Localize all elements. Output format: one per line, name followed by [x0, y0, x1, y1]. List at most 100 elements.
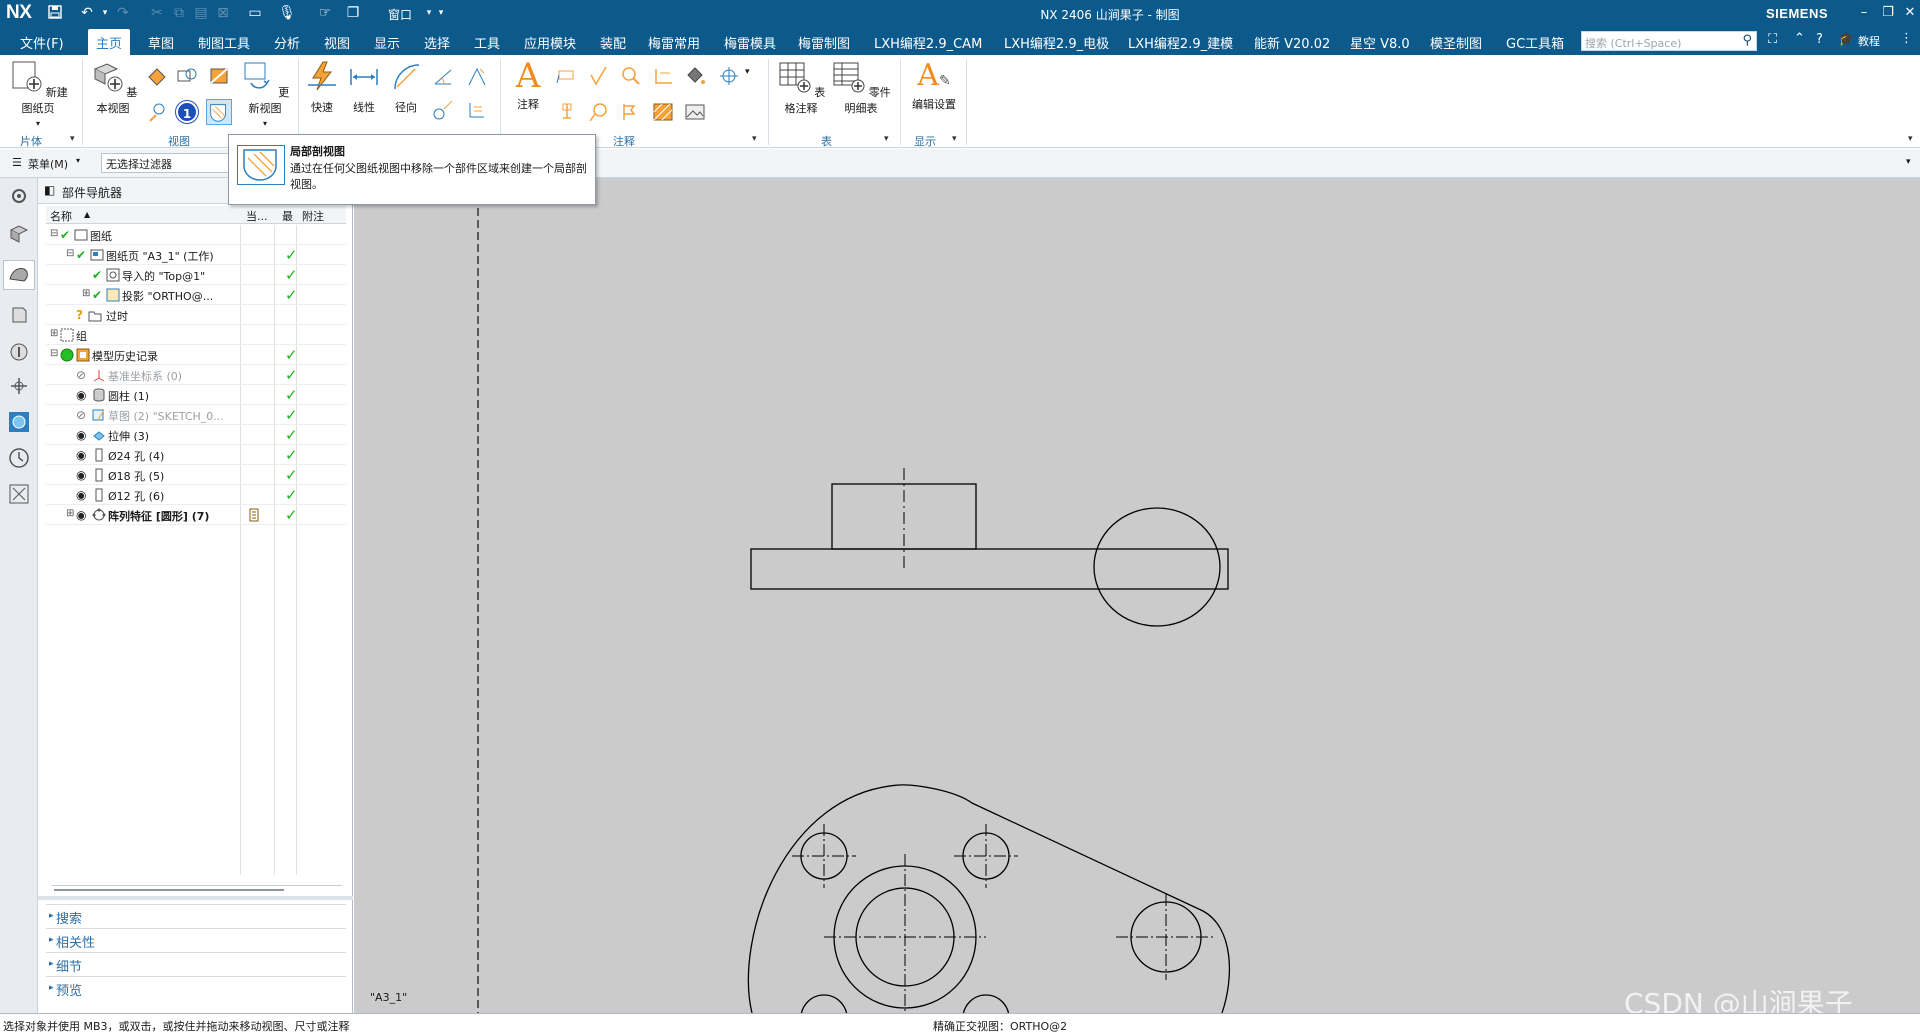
- expand-icon[interactable]: ⊞: [50, 328, 58, 339]
- window-icon[interactable]: ❐: [344, 4, 362, 22]
- command-search-input[interactable]: 搜索 (Ctrl+Space) ⚲: [1581, 31, 1757, 51]
- tab-lxh-cam[interactable]: LXH编程2.9_CAM: [874, 33, 982, 52]
- tree-node-sketch[interactable]: ⊘ 草图 (2) "SKETCH_0... ✓: [46, 405, 346, 425]
- tree-node-cylinder[interactable]: ◉ 圆柱 (1) ✓: [46, 385, 346, 405]
- menu-file[interactable]: 文件(F): [20, 33, 64, 52]
- tree-node-sheet[interactable]: ⊟ ✔ 图纸页 "A3_1" (工作) ✓: [46, 245, 346, 265]
- tab-xingkong[interactable]: 星空 V8.0: [1350, 33, 1410, 52]
- weld-symbol-icon[interactable]: [652, 65, 674, 87]
- cut-icon[interactable]: ✂: [148, 4, 166, 22]
- menu-button[interactable]: 菜单(M): [28, 156, 68, 172]
- tab-gc-toolbox[interactable]: GC工具箱: [1506, 33, 1564, 52]
- panel-details[interactable]: ▸ 细节: [46, 952, 346, 975]
- eye-icon[interactable]: ◉: [76, 448, 90, 462]
- tree-node-projected-view[interactable]: ⊞ ✔ 投影 "ORTHO@... ✓: [46, 285, 346, 305]
- tab-assembly[interactable]: 装配: [600, 33, 626, 52]
- fill-icon[interactable]: [684, 65, 706, 87]
- tab-meilei-drafting[interactable]: 梅雷制图: [798, 33, 850, 52]
- tab-display[interactable]: 显示: [374, 33, 400, 52]
- surface-finish-icon[interactable]: [588, 65, 610, 87]
- tree-node-group[interactable]: ⊞ 组: [46, 325, 346, 345]
- tree-node-pattern-feature[interactable]: ⊞ ◉ 阵列特征 [圆形] (7) ✓: [46, 505, 346, 525]
- update-view-button[interactable]: 更新视图 ▾: [238, 59, 292, 129]
- parts-list-button[interactable]: 零件明细表: [830, 59, 892, 116]
- tab-lxh-modeling[interactable]: LXH编程2.9_建模: [1128, 33, 1233, 52]
- datum-target-icon[interactable]: [620, 65, 642, 87]
- column-latest[interactable]: 最: [282, 208, 293, 224]
- eye-hidden-icon[interactable]: ⊘: [76, 368, 90, 382]
- save-icon[interactable]: [46, 4, 64, 22]
- expand-icon[interactable]: ⊞: [82, 288, 90, 299]
- ordinate-dimension-icon[interactable]: [466, 99, 488, 121]
- collapse-ribbon-icon[interactable]: ⌃: [1794, 31, 1805, 46]
- display-icon[interactable]: ▭: [246, 4, 264, 22]
- new-sheet-button[interactable]: 新建图纸页 ▾: [8, 59, 68, 129]
- datum-feature-icon[interactable]: [620, 101, 642, 123]
- projected-view-icon[interactable]: [146, 65, 168, 87]
- tree-node-imported-view[interactable]: ✔ 导入的 "Top@1" ✓: [46, 265, 346, 285]
- image-icon[interactable]: [684, 101, 706, 123]
- window-menu[interactable]: 窗口: [388, 6, 412, 23]
- eye-hidden-icon[interactable]: ⊘: [76, 408, 90, 422]
- id-symbol-icon[interactable]: [556, 101, 578, 123]
- customize-icon[interactable]: ▾: [432, 4, 450, 22]
- more-icon[interactable]: ⋮: [1900, 31, 1913, 46]
- roles-gear-icon[interactable]: [7, 184, 31, 208]
- hatch-icon[interactable]: [652, 101, 674, 123]
- tab-analysis[interactable]: 分析: [274, 33, 300, 52]
- tab-drafting-tools[interactable]: 制图工具: [198, 33, 250, 52]
- help-icon[interactable]: ?: [1816, 32, 1823, 47]
- undo-dropdown-icon[interactable]: ▾: [96, 4, 114, 22]
- base-view-button[interactable]: 基本视图: [86, 59, 140, 116]
- tutorial-icon[interactable]: 🎓: [1838, 32, 1854, 47]
- eye-icon[interactable]: ◉: [76, 388, 90, 402]
- reuse-library-icon[interactable]: [7, 302, 31, 326]
- thickness-dimension-icon[interactable]: [432, 99, 454, 121]
- column-attachment[interactable]: 附注: [302, 208, 324, 224]
- process-studio-icon[interactable]: [7, 482, 31, 506]
- collapse-icon[interactable]: ⊟: [50, 228, 58, 239]
- microphone-icon[interactable]: 🎙: [278, 4, 296, 22]
- tab-meilei-common[interactable]: 梅雷常用: [648, 33, 700, 52]
- tab-mosheng[interactable]: 模圣制图: [1430, 33, 1482, 52]
- tab-sketch[interactable]: 草图: [148, 33, 174, 52]
- chevron-down-icon[interactable]: ▾: [884, 134, 889, 144]
- touch-icon[interactable]: ☞: [316, 4, 334, 22]
- redo-icon[interactable]: ↷: [114, 4, 132, 22]
- chevron-down-icon[interactable]: ▾: [1908, 134, 1913, 144]
- chamfer-dimension-icon[interactable]: [466, 65, 488, 87]
- assembly-navigator-icon[interactable]: [7, 222, 31, 246]
- feature-control-frame-icon[interactable]: [556, 65, 578, 87]
- tab-application[interactable]: 应用模块: [524, 33, 576, 52]
- chevron-down-icon[interactable]: ▾: [952, 134, 957, 144]
- eye-icon[interactable]: ◉: [76, 508, 90, 522]
- column-current[interactable]: 当...: [246, 208, 268, 224]
- hamburger-icon[interactable]: ☰: [12, 156, 22, 169]
- tabular-note-button[interactable]: 表格注释: [776, 59, 826, 116]
- chevron-down-icon[interactable]: ▾: [76, 156, 80, 165]
- tutorial-label[interactable]: 教程: [1858, 33, 1880, 49]
- linear-dimension-button[interactable]: 线性: [346, 59, 382, 115]
- balloon-icon[interactable]: [588, 101, 610, 123]
- tab-view[interactable]: 视图: [324, 33, 350, 52]
- tree-node-hole-12[interactable]: ◉ Ø12 孔 (6) ✓: [46, 485, 346, 505]
- paste-icon[interactable]: ▤: [192, 4, 210, 22]
- tree-node-model-history[interactable]: ⊟ 模型历史记录 ✓: [46, 345, 346, 365]
- type-filter-select[interactable]: 无选择过滤器: [101, 153, 229, 173]
- view-break-icon[interactable]: [146, 101, 168, 123]
- history-clock-icon[interactable]: [7, 446, 31, 470]
- radial-dimension-button[interactable]: 径向: [388, 59, 424, 115]
- eye-icon[interactable]: ◉: [76, 428, 90, 442]
- sort-ascending-icon[interactable]: ▲: [84, 210, 90, 219]
- scrollbar-thumb[interactable]: [54, 889, 284, 891]
- angular-dimension-icon[interactable]: [432, 65, 454, 87]
- delete-icon[interactable]: ⊠: [214, 4, 232, 22]
- hd3d-tools-icon[interactable]: [7, 340, 31, 364]
- fullscreen-icon[interactable]: ⛶: [1768, 32, 1777, 47]
- tree-node-hole-24[interactable]: ◉ Ø24 孔 (4) ✓: [46, 445, 346, 465]
- panel-dependencies[interactable]: ▸ 相关性: [46, 928, 346, 951]
- section-view-icon[interactable]: [208, 65, 230, 87]
- column-name[interactable]: 名称: [50, 208, 72, 224]
- chevron-down-icon[interactable]: ▾: [1906, 157, 1911, 167]
- chevron-down-icon[interactable]: ▾: [745, 67, 750, 77]
